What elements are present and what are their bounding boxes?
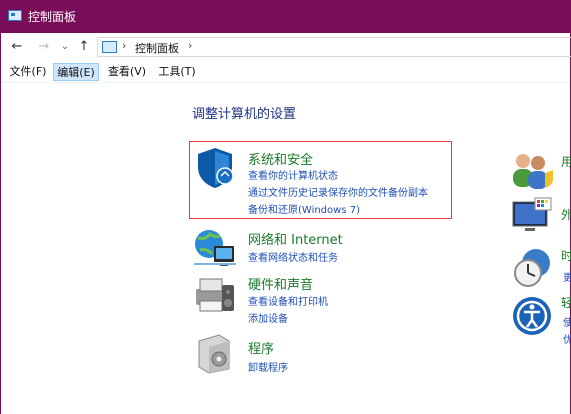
window-title: 控制面板 bbox=[28, 10, 77, 24]
ease-of-access-icon[interactable] bbox=[511, 295, 553, 337]
category-user-accounts[interactable]: 用 bbox=[561, 153, 571, 170]
category-programs[interactable]: 程序 bbox=[248, 338, 274, 357]
printer-icon[interactable] bbox=[192, 271, 238, 317]
category-system-security[interactable]: 系统和安全 bbox=[248, 149, 313, 168]
address-bar[interactable]: › 控制面板 › bbox=[97, 37, 571, 57]
clock-region-icon[interactable] bbox=[511, 247, 555, 289]
menu-edit[interactable]: 编辑(E) bbox=[53, 63, 99, 81]
programs-icon[interactable] bbox=[195, 331, 235, 375]
link-devices-printers[interactable]: 查看设备和打印机 bbox=[248, 293, 328, 308]
breadcrumb-separator[interactable]: › bbox=[188, 39, 192, 52]
menu-view[interactable]: 查看(V) bbox=[105, 63, 149, 81]
link-view-computer-status[interactable]: 查看你的计算机状态 bbox=[248, 167, 338, 182]
link-view-network-status[interactable]: 查看网络状态和任务 bbox=[248, 249, 338, 264]
category-network-internet[interactable]: 网络和 Internet bbox=[248, 229, 343, 248]
title-bar: 控制面板 bbox=[0, 0, 571, 33]
menu-tools[interactable]: 工具(T) bbox=[155, 63, 199, 81]
recent-locations-chevron-icon[interactable]: ⌄ bbox=[59, 38, 71, 56]
link-ease-of-access-2[interactable]: 优 bbox=[563, 331, 571, 346]
network-globe-icon[interactable] bbox=[192, 226, 238, 270]
menu-file[interactable]: 文件(F) bbox=[7, 63, 49, 81]
page-title: 调整计算机的设置 bbox=[192, 107, 297, 122]
user-accounts-icon[interactable] bbox=[511, 151, 555, 191]
address-control-panel-icon bbox=[102, 41, 117, 53]
breadcrumb-control-panel[interactable]: 控制面板 bbox=[135, 40, 179, 56]
category-appearance[interactable]: 外 bbox=[561, 206, 571, 223]
link-file-history-backup[interactable]: 通过文件历史记录保存你的文件备份副本 bbox=[248, 184, 428, 199]
menu-bar: 文件(F) 编辑(E) 查看(V) 工具(T) bbox=[1, 62, 570, 83]
category-hardware-sound[interactable]: 硬件和声音 bbox=[248, 274, 313, 293]
category-clock-region[interactable]: 时 bbox=[561, 247, 571, 264]
control-panel-content: 调整计算机的设置 系统和安全 查看你的计算机状态 通过文件历史记录保存你的文件备… bbox=[1, 83, 571, 414]
link-clock-region[interactable]: 更 bbox=[563, 269, 571, 284]
control-panel-icon bbox=[8, 10, 22, 21]
link-uninstall-program[interactable]: 卸载程序 bbox=[248, 359, 288, 374]
link-add-device[interactable]: 添加设备 bbox=[248, 310, 288, 325]
appearance-display-icon[interactable] bbox=[511, 196, 555, 236]
back-arrow-icon[interactable]: ← bbox=[9, 38, 25, 56]
link-ease-of-access-1[interactable]: 使 bbox=[563, 314, 571, 329]
forward-arrow-icon[interactable]: → bbox=[36, 38, 52, 56]
breadcrumb-separator[interactable]: › bbox=[122, 39, 126, 52]
shield-icon[interactable] bbox=[192, 145, 238, 191]
link-backup-restore[interactable]: 备份和还原(Windows 7) bbox=[248, 201, 360, 216]
navigation-bar: ← → ⌄ ↑ › 控制面板 › bbox=[1, 33, 571, 61]
up-arrow-icon[interactable]: ↑ bbox=[77, 38, 91, 56]
category-ease-of-access[interactable]: 轻 bbox=[561, 294, 571, 311]
